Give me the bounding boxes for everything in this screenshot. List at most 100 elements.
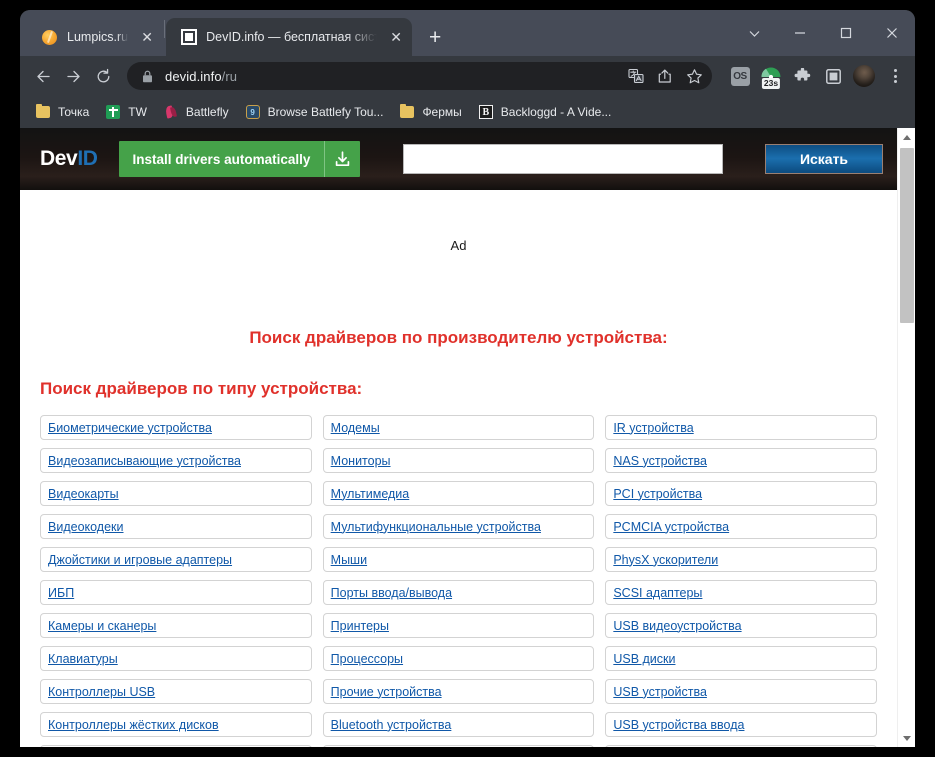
bookmark-tochka[interactable]: Точка bbox=[28, 100, 96, 124]
bookmark-label: Backloggd - A Vide... bbox=[500, 105, 612, 119]
share-icon[interactable] bbox=[651, 62, 679, 90]
address-bar[interactable]: devid.info/ru bbox=[127, 62, 712, 90]
device-type-link[interactable]: Видеокодеки bbox=[48, 520, 124, 534]
side-panel-icon[interactable] bbox=[819, 62, 847, 90]
translate-icon[interactable] bbox=[622, 62, 650, 90]
device-type-cell: USB диски bbox=[605, 646, 877, 671]
backloggd-icon: B bbox=[478, 104, 494, 120]
install-drivers-label: Install drivers automatically bbox=[132, 151, 311, 167]
browser-window: Lumpics.ru ✕ DevID.info — бесплатная сис… bbox=[20, 10, 915, 747]
device-type-cell: Прочие устройства bbox=[322, 679, 595, 704]
device-type-link[interactable]: Видеозаписывающие устройства bbox=[48, 454, 241, 468]
device-type-link[interactable]: Джойстики и игровые адаптеры bbox=[48, 553, 232, 567]
lastfm-scrobbler-extension-icon[interactable]: OS bbox=[726, 62, 754, 90]
browser-tab-devid[interactable]: DevID.info — бесплатная систем ✕ bbox=[166, 18, 413, 56]
avatar[interactable] bbox=[850, 62, 878, 90]
device-type-link[interactable]: Мыши bbox=[331, 553, 367, 567]
folder-icon bbox=[35, 103, 51, 120]
device-type-link[interactable]: USB видеоустройства bbox=[613, 619, 741, 633]
extensions-puzzle-icon[interactable] bbox=[788, 62, 816, 90]
battlefly-icon bbox=[163, 104, 179, 120]
device-type-link[interactable]: Биометрические устройства bbox=[48, 421, 212, 435]
logo-accent: ID bbox=[77, 147, 98, 170]
url-path: /ru bbox=[221, 68, 238, 84]
device-type-link[interactable]: SCSI адаптеры bbox=[613, 586, 702, 600]
bookmark-backloggd[interactable]: B Backloggd - A Vide... bbox=[471, 100, 619, 124]
device-type-link[interactable]: Принтеры bbox=[331, 619, 389, 633]
device-type-link[interactable]: Мультифункциональные устройства bbox=[331, 520, 541, 534]
device-type-link[interactable]: NAS устройства bbox=[613, 454, 707, 468]
close-button[interactable] bbox=[869, 10, 915, 56]
scrollbar-thumb[interactable] bbox=[900, 148, 914, 323]
devid-page: DevID Install drivers automatically Иска… bbox=[20, 128, 897, 747]
device-type-link[interactable]: Видеокарты bbox=[48, 487, 119, 501]
bookmark-browse-battlefy[interactable]: 9 Browse Battlefy Tou... bbox=[238, 100, 391, 124]
scroll-down-arrow-icon[interactable] bbox=[898, 729, 915, 747]
bookmark-fermy[interactable]: Фермы bbox=[392, 100, 468, 124]
page-content: Ad Поиск драйверов по производителю устр… bbox=[20, 190, 897, 747]
url-host: devid.info bbox=[165, 68, 222, 84]
device-type-link[interactable]: Модемы bbox=[331, 421, 380, 435]
device-type-link[interactable]: Мультимедиа bbox=[331, 487, 410, 501]
site-search-input[interactable] bbox=[402, 144, 723, 174]
bookmark-battlefly[interactable]: Battlefly bbox=[156, 100, 236, 124]
tab-close-button[interactable]: ✕ bbox=[137, 27, 157, 47]
bookmark-star-icon[interactable] bbox=[680, 62, 708, 90]
device-type-link[interactable]: IR устройства bbox=[613, 421, 693, 435]
browser-toolbar: devid.info/ru OS 23s bbox=[20, 56, 915, 96]
lock-icon bbox=[139, 68, 156, 85]
bookmark-label: Точка bbox=[58, 105, 90, 119]
device-type-link[interactable]: PCMCIA устройства bbox=[613, 520, 729, 534]
site-logo[interactable]: DevID bbox=[40, 147, 98, 171]
device-type-link[interactable]: Bluetooth устройства bbox=[331, 718, 452, 732]
maximize-button[interactable] bbox=[823, 10, 869, 56]
device-type-cell: Контроллеры жёстких дисков bbox=[40, 712, 312, 737]
device-type-cell: Биометрические устройства bbox=[40, 415, 312, 440]
device-type-link[interactable]: Контроллеры USB bbox=[48, 685, 155, 699]
chrome-menu-icon[interactable] bbox=[881, 62, 909, 90]
browser-tab-lumpics[interactable]: Lumpics.ru ✕ bbox=[27, 18, 163, 56]
tab-title: Lumpics.ru bbox=[67, 30, 129, 44]
device-type-cell: PhysX ускорители bbox=[605, 547, 877, 572]
device-type-cell: Видеокодеки bbox=[40, 514, 312, 539]
scroll-up-arrow-icon[interactable] bbox=[898, 128, 915, 146]
device-type-link[interactable]: Мониторы bbox=[331, 454, 391, 468]
device-type-link[interactable]: Контроллеры жёстких дисков bbox=[48, 718, 219, 732]
device-type-link[interactable]: USB устройства bbox=[613, 685, 707, 699]
tab-title: DevID.info — бесплатная систем bbox=[206, 30, 378, 44]
device-type-link[interactable]: Порты ввода/вывода bbox=[331, 586, 452, 600]
bookmark-tw[interactable]: TW bbox=[98, 100, 154, 124]
omnibox-actions bbox=[622, 62, 708, 90]
device-type-link[interactable]: USB диски bbox=[613, 652, 675, 666]
window-controls bbox=[731, 10, 915, 56]
reload-icon[interactable] bbox=[89, 62, 117, 90]
tab-search-button[interactable] bbox=[731, 10, 777, 56]
install-drivers-button[interactable]: Install drivers automatically bbox=[118, 141, 361, 177]
tab-close-button[interactable]: ✕ bbox=[386, 27, 406, 47]
device-type-link[interactable]: Камеры и сканеры bbox=[48, 619, 156, 633]
speed-extension-icon[interactable]: 23s bbox=[757, 62, 785, 90]
back-icon[interactable] bbox=[29, 62, 57, 90]
device-type-link[interactable]: Процессоры bbox=[331, 652, 403, 666]
device-type-link[interactable]: PCI устройства bbox=[613, 487, 702, 501]
bookmark-label: TW bbox=[128, 105, 147, 119]
site-search-button[interactable]: Искать bbox=[765, 144, 883, 174]
page-scrollbar[interactable] bbox=[897, 128, 915, 747]
lumpics-orange-icon bbox=[41, 29, 58, 46]
device-type-link[interactable]: Клавиатуры bbox=[48, 652, 118, 666]
bookmark-label: Фермы bbox=[422, 105, 462, 119]
forward-icon[interactable] bbox=[59, 62, 87, 90]
site-header: DevID Install drivers automatically Иска… bbox=[20, 128, 897, 190]
device-type-link[interactable]: ИБП bbox=[48, 586, 74, 600]
page-viewport: DevID Install drivers automatically Иска… bbox=[20, 128, 915, 747]
device-type-link[interactable]: Прочие устройства bbox=[331, 685, 442, 699]
ad-label: Ad bbox=[450, 237, 467, 253]
new-tab-button[interactable]: + bbox=[420, 22, 450, 52]
tab-separator bbox=[164, 19, 166, 38]
device-type-link[interactable]: PhysX ускорители bbox=[613, 553, 718, 567]
tw-icon bbox=[105, 104, 121, 120]
toolbar-right: OS 23s bbox=[720, 62, 909, 90]
device-type-link[interactable]: USB устройства ввода bbox=[613, 718, 744, 732]
device-type-cell: USB устройства ввода bbox=[605, 712, 877, 737]
minimize-button[interactable] bbox=[777, 10, 823, 56]
